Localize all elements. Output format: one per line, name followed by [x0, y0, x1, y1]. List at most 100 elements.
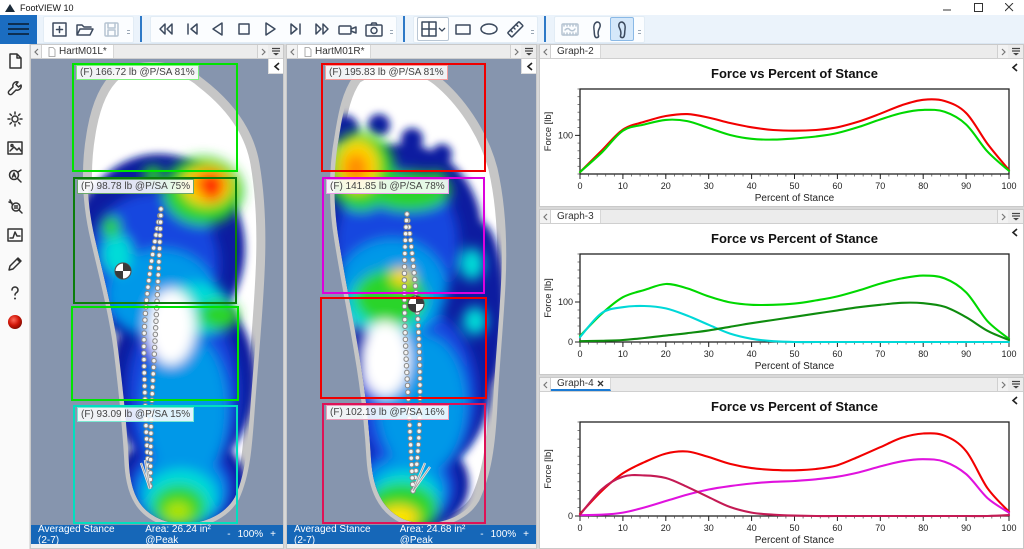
- collapse-panel-button[interactable]: [1007, 393, 1022, 408]
- chart-view-button[interactable]: [0, 220, 29, 249]
- left-foot-statusbar: Averaged Stance (2-7) Area: 26.24 in² @P…: [31, 525, 283, 544]
- first-frame-button[interactable]: [180, 17, 204, 41]
- region-box-heel[interactable]: [73, 405, 238, 524]
- svg-text:10: 10: [618, 181, 628, 191]
- tab-scroll-right[interactable]: [997, 210, 1008, 223]
- svg-text:50: 50: [789, 181, 799, 191]
- previous-frame-button[interactable]: [206, 17, 230, 41]
- tab-scroll-right[interactable]: [510, 45, 521, 58]
- tab-graph-3[interactable]: Graph-3: [551, 210, 601, 223]
- settings-button[interactable]: [0, 104, 29, 133]
- wrench-icon: [6, 81, 24, 99]
- svg-text:100: 100: [1001, 349, 1016, 359]
- rewind-button[interactable]: [154, 17, 178, 41]
- tab-scroll-left[interactable]: [540, 210, 551, 223]
- left-foot-pressure-map[interactable]: (F) 166.72 lb @P/SA 81% (F) 98.78 lb @P/…: [31, 59, 283, 527]
- tab-menu-button[interactable]: [268, 45, 283, 58]
- play-button[interactable]: [258, 17, 282, 41]
- collapse-panel-button[interactable]: [268, 59, 283, 74]
- foot-right-button[interactable]: [610, 17, 634, 41]
- maximize-button[interactable]: [974, 3, 983, 12]
- footview-window: { "window": { "title": "FootVIEW 10" }, …: [0, 0, 1024, 549]
- tab-menu-button[interactable]: [1008, 378, 1023, 391]
- svg-text:10: 10: [618, 349, 628, 359]
- region-label: (F) 166.72 lb @P/SA 81%: [76, 65, 199, 80]
- tab-scroll-left[interactable]: [540, 378, 551, 391]
- tab-scroll-right[interactable]: [257, 45, 268, 58]
- grid-layout-icon: [420, 20, 438, 38]
- help-button[interactable]: [0, 278, 29, 307]
- ellipse-tool-button[interactable]: [477, 17, 501, 41]
- svg-text:60: 60: [832, 349, 842, 359]
- zoom-out-button[interactable]: -: [480, 529, 483, 540]
- zoom-analyze-button[interactable]: [0, 191, 29, 220]
- panel-footer: [31, 544, 283, 548]
- stop-button[interactable]: [232, 17, 256, 41]
- zoom-out-button[interactable]: -: [227, 529, 230, 540]
- zoom-in-button[interactable]: +: [270, 529, 276, 540]
- close-button[interactable]: [1005, 3, 1014, 12]
- tab-hartm01r[interactable]: HartM01R*: [298, 45, 371, 58]
- region-label: (F) 141.85 lb @P/SA 78%: [326, 179, 449, 194]
- region-box-metatarsal[interactable]: [322, 177, 485, 294]
- tab-graph-2[interactable]: Graph-2: [551, 45, 601, 58]
- document-button[interactable]: [0, 46, 29, 75]
- foot-left-button[interactable]: [584, 17, 608, 41]
- gear-icon: [6, 110, 24, 128]
- region-label: (F) 102.19 lb @P/SA 16%: [326, 405, 449, 420]
- region-box-midfoot[interactable]: [71, 306, 239, 401]
- record-button[interactable]: [0, 307, 29, 336]
- zoom-level: 100%: [491, 529, 517, 540]
- grid-layout-dropdown[interactable]: [417, 17, 449, 41]
- tab-graph-4[interactable]: Graph-4: [551, 378, 611, 391]
- tab-scroll-left[interactable]: [540, 45, 551, 58]
- tab-label: Graph-2: [557, 46, 594, 57]
- save-button[interactable]: [99, 17, 123, 41]
- svg-text:50: 50: [789, 523, 799, 533]
- region-box-midfoot[interactable]: [320, 297, 487, 399]
- right-foot-panel: HartM01R*: [286, 44, 537, 549]
- open-button[interactable]: [73, 17, 97, 41]
- tab-scroll-left[interactable]: [31, 45, 42, 58]
- minimize-button[interactable]: [943, 3, 952, 12]
- fast-forward-button[interactable]: [310, 17, 334, 41]
- collapse-panel-button[interactable]: [1007, 60, 1022, 75]
- collapse-panel-button[interactable]: [521, 59, 536, 74]
- tab-menu-button[interactable]: [1008, 45, 1023, 58]
- record-video-button[interactable]: [336, 17, 360, 41]
- film-strip-button[interactable]: [558, 17, 582, 41]
- rectangle-tool-button[interactable]: [451, 17, 475, 41]
- left-foot-panel: HartM01L*: [30, 44, 284, 549]
- svg-text:Force [lb]: Force [lb]: [543, 278, 554, 318]
- region-box-metatarsal[interactable]: [73, 177, 237, 304]
- close-tab-icon[interactable]: [597, 380, 604, 387]
- tab-scroll-left[interactable]: [287, 45, 298, 58]
- collapse-panel-button[interactable]: [1007, 225, 1022, 240]
- svg-text:30: 30: [704, 523, 714, 533]
- annotation-toolbar-group: [413, 16, 538, 43]
- next-frame-button[interactable]: [284, 17, 308, 41]
- region-box-heel[interactable]: [322, 403, 486, 524]
- menu-button[interactable]: [0, 15, 37, 44]
- tab-label: Graph-3: [557, 211, 594, 222]
- open-folder-icon: [75, 20, 95, 39]
- tab-scroll-right[interactable]: [997, 378, 1008, 391]
- svg-text:80: 80: [918, 349, 928, 359]
- measure-tool-button[interactable]: [503, 17, 527, 41]
- chart-box-icon: [6, 226, 24, 244]
- new-window-button[interactable]: [47, 17, 71, 41]
- snapshot-button[interactable]: [362, 17, 386, 41]
- svg-text:10: 10: [618, 523, 628, 533]
- tab-menu-button[interactable]: [521, 45, 536, 58]
- tools-button[interactable]: [0, 75, 29, 104]
- zoom-in-button[interactable]: +: [523, 529, 529, 540]
- tab-menu-button[interactable]: [1008, 210, 1023, 223]
- zoom-report-button[interactable]: [0, 162, 29, 191]
- edit-button[interactable]: [0, 249, 29, 278]
- tab-scroll-right[interactable]: [997, 45, 1008, 58]
- tab-hartm01l[interactable]: HartM01L*: [42, 45, 114, 58]
- svg-text:Percent of Stance: Percent of Stance: [755, 535, 835, 546]
- area-value: Area: 26.24 in² @Peak: [145, 524, 227, 546]
- right-foot-pressure-map[interactable]: (F) 195.83 lb @P/SA 81% (F) 141.85 lb @P…: [287, 59, 536, 527]
- image-button[interactable]: [0, 133, 29, 162]
